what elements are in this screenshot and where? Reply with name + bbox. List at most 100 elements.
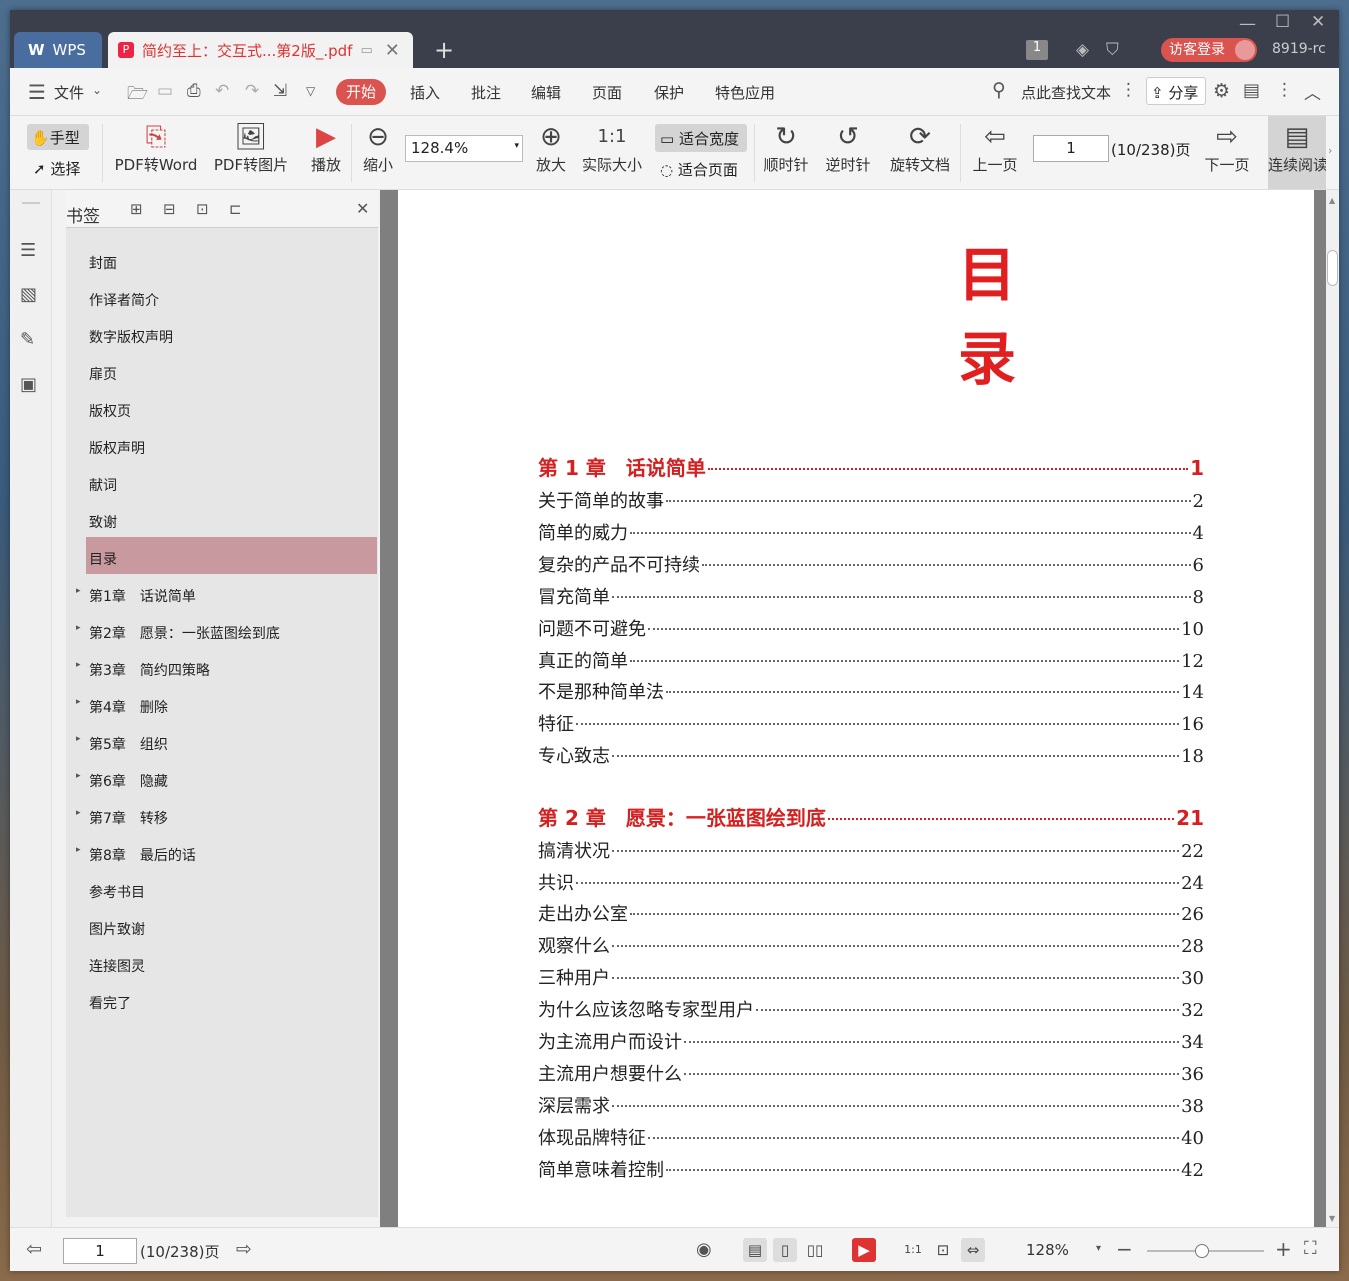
menu-edit[interactable]: 编辑 (531, 82, 561, 103)
vertical-scrollbar[interactable]: ▲ ▼ (1326, 190, 1339, 1227)
expand-arrow-icon[interactable]: ▸ (76, 697, 81, 707)
expand-arrow-icon[interactable]: ▸ (76, 586, 81, 596)
bookmark-item[interactable]: ▸ 第3章 简约四策略 (76, 648, 378, 685)
skin-icon[interactable]: ◈ (1076, 40, 1089, 60)
bookmark-item[interactable]: ▸ 第2章 愿景：一张蓝图绘到底 (76, 611, 378, 648)
toc-entry[interactable]: 专心致志 18 (538, 742, 1204, 768)
actual-size-button[interactable]: 1:1 实际大小 (580, 120, 644, 175)
bookmark-item[interactable]: 献词 (86, 463, 378, 500)
menu-special[interactable]: 特色应用 (715, 82, 775, 103)
expand-arrow-icon[interactable]: ▸ (76, 771, 81, 781)
toc-entry[interactable]: 体现品牌特征 40 (538, 1124, 1204, 1150)
continuous-reading-button[interactable]: ▤ 连续阅读 (1268, 116, 1326, 189)
rotate-ccw-button[interactable]: ↺ 逆时针 (824, 120, 872, 175)
bookmark-icon[interactable]: ⊏ (229, 200, 242, 218)
attachment-icon[interactable]: ▣ (20, 374, 37, 395)
toc-entry[interactable]: 简单的威力 4 (538, 519, 1204, 545)
play-slides-icon[interactable]: ▶ (852, 1238, 876, 1262)
close-tab-icon[interactable]: ✕ (385, 40, 400, 61)
toc-entry[interactable]: 复杂的产品不可持续 6 (538, 551, 1204, 577)
toc-entry[interactable]: 走出办公室 26 (538, 900, 1204, 926)
status-page-input[interactable]: 1 (63, 1238, 137, 1264)
toc-entry[interactable]: 关于简单的故事 2 (538, 487, 1204, 513)
undo-icon[interactable]: ↶ (215, 81, 229, 101)
close-window-icon[interactable]: ✕ (1311, 12, 1325, 32)
comment-icon[interactable]: ▤ (1243, 80, 1260, 101)
new-tab-button[interactable]: + (434, 36, 454, 64)
zoom-out-button[interactable]: ⊖ 缩小 (358, 120, 398, 175)
redo-icon[interactable]: ↷ (245, 81, 259, 101)
menu-insert[interactable]: 插入 (410, 82, 440, 103)
scroll-down-icon[interactable]: ▼ (1329, 1214, 1335, 1223)
page-number-input[interactable]: 1 (1033, 135, 1109, 162)
screen-icon[interactable]: ▭ (360, 43, 372, 58)
bookmark-item[interactable]: 扉页 (86, 352, 378, 389)
toc-entry[interactable]: 为主流用户而设计 34 (538, 1028, 1204, 1054)
menu-protect[interactable]: 保护 (654, 82, 684, 103)
rotate-document-button[interactable]: ⟳ 旋转文档 (887, 120, 953, 175)
previous-page-button[interactable]: ⇦ 上一页 (970, 120, 1020, 175)
eye-protection-icon[interactable]: ◉ (696, 1239, 712, 1260)
zoom-slider[interactable] (1147, 1244, 1264, 1258)
next-page-button[interactable]: ⇨ 下一页 (1202, 120, 1252, 175)
collapse-all-icon[interactable]: ⊟ (163, 200, 176, 218)
file-menu[interactable]: 文件 (54, 82, 84, 103)
status-fit-width-icon[interactable]: ⇔ (961, 1238, 985, 1262)
expand-arrow-icon[interactable]: ▸ (76, 808, 81, 818)
toc-entry[interactable]: 不是那种简单法 14 (538, 678, 1204, 704)
collapse-ribbon-icon[interactable]: ︿ (1304, 79, 1321, 104)
fit-width-button[interactable]: ▭ 适合宽度 (655, 124, 747, 152)
print-icon[interactable]: ⎙ (187, 81, 201, 101)
more-options-icon[interactable]: ⋮ (1276, 80, 1293, 100)
toc-entry[interactable]: 深层需求 38 (538, 1092, 1204, 1118)
login-button[interactable]: 访客登录 (1161, 38, 1257, 62)
status-prev-icon[interactable]: ⇦ (26, 1238, 42, 1260)
status-next-icon[interactable]: ⇨ (236, 1238, 252, 1260)
play-button[interactable]: ▶ 播放 (306, 120, 346, 175)
toc-chapter[interactable]: 第 1 章 话说简单 1 (538, 452, 1204, 481)
status-zoom-in-icon[interactable]: + (1275, 1237, 1292, 1261)
bookmark-item[interactable]: 致谢 (86, 500, 378, 537)
status-fit-page-icon[interactable]: ⊡ (931, 1238, 955, 1262)
ribbon-scroll-right-icon[interactable]: › (1328, 144, 1332, 157)
menu-page[interactable]: 页面 (592, 82, 622, 103)
bookmark-item[interactable]: 看完了 (86, 981, 378, 1018)
pdf-to-word-button[interactable]: ⎘ PDF转Word (113, 120, 199, 175)
window-count-badge[interactable]: 1 (1026, 40, 1048, 60)
expand-arrow-icon[interactable]: ▸ (76, 623, 81, 633)
toc-entry[interactable]: 特征 16 (538, 710, 1204, 736)
menu-start[interactable]: 开始 (336, 79, 386, 105)
toc-entry[interactable]: 真正的简单 12 (538, 647, 1204, 673)
minimize-icon[interactable]: — (1239, 14, 1256, 34)
toc-entry[interactable]: 冒充简单 8 (538, 583, 1204, 609)
tab-wps-home[interactable]: W WPS (14, 32, 102, 68)
annotation-icon[interactable]: ✎ (20, 329, 35, 350)
thumbnail-icon[interactable]: ▧ (20, 284, 37, 305)
fit-page-button[interactable]: ◌ 适合页面 (660, 159, 738, 180)
bookmark-item[interactable]: ▸ 第7章 转移 (76, 796, 378, 833)
expand-all-icon[interactable]: ⊞ (130, 200, 143, 218)
page-view-icon[interactable]: ▯ (773, 1238, 797, 1262)
toc-entry[interactable]: 主流用户想要什么 36 (538, 1060, 1204, 1086)
add-bookmark-icon[interactable]: ⊡ (196, 200, 209, 218)
scroll-thumb[interactable] (1327, 250, 1338, 286)
zoom-in-button[interactable]: ⊕ 放大 (531, 120, 571, 175)
menu-annotate[interactable]: 批注 (471, 82, 501, 103)
toc-entry[interactable]: 搞清状况 22 (538, 837, 1204, 863)
bookmark-item[interactable]: 作译者简介 (86, 278, 378, 315)
more-vertical-icon[interactable]: ⋮ (1120, 80, 1137, 100)
zoom-select[interactable]: 128.4% ▾ (405, 135, 523, 162)
toc-entry[interactable]: 问题不可避免 10 (538, 615, 1204, 641)
zoom-dropdown-icon[interactable]: ▾ (1096, 1243, 1101, 1254)
search-icon[interactable]: ⚲ (992, 79, 1006, 101)
expand-arrow-icon[interactable]: ▸ (76, 734, 81, 744)
save-icon[interactable]: ▭ (157, 81, 173, 101)
fullscreen-icon[interactable]: ⛶ (1304, 1238, 1317, 1259)
bookmark-item[interactable]: ▸ 第8章 最后的话 (76, 833, 378, 870)
scroll-up-icon[interactable]: ▲ (1329, 196, 1335, 205)
two-page-view-icon[interactable]: ▯▯ (803, 1238, 827, 1262)
toc-entry[interactable]: 观察什么 28 (538, 932, 1204, 958)
toc-entry[interactable]: 为什么应该忽略专家型用户 32 (538, 996, 1204, 1022)
bookmark-item[interactable]: ▸ 第6章 隐藏 (76, 759, 378, 796)
close-panel-icon[interactable]: ✕ (356, 199, 369, 218)
